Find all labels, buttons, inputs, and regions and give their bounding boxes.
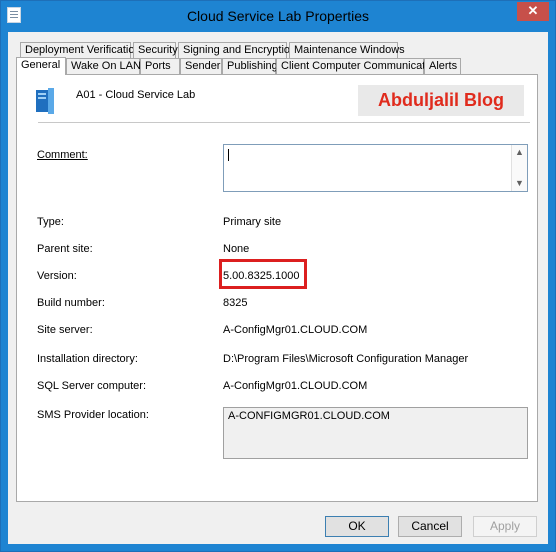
sql-server-label: SQL Server computer:: [37, 380, 147, 392]
dialog-body: Deployment Verification Security Signing…: [8, 32, 548, 544]
tab-sender[interactable]: Sender: [180, 58, 222, 74]
site-server-value: A-ConfigMgr01.CLOUD.COM: [223, 324, 368, 336]
site-server-label: Site server:: [37, 324, 93, 336]
site-server-icon: [36, 88, 54, 114]
tab-security[interactable]: Security: [133, 42, 178, 58]
version-label: Version:: [37, 270, 77, 282]
properties-window: Cloud Service Lab Properties ✕ Deploymen…: [0, 0, 556, 552]
type-value: Primary site: [223, 216, 282, 228]
tab-wake-on-lan[interactable]: Wake On LAN: [66, 58, 141, 74]
tab-ports[interactable]: Ports: [140, 58, 180, 74]
build-number-value: 8325: [223, 297, 248, 309]
version-highlight-box: [219, 259, 307, 289]
tab-deployment-verification[interactable]: Deployment Verification: [20, 42, 141, 58]
tab-client-computer-communication[interactable]: Client Computer Communication: [276, 58, 440, 74]
apply-button[interactable]: Apply: [473, 516, 537, 537]
tab-signing-and-encryption[interactable]: Signing and Encryption: [178, 42, 296, 58]
ok-button[interactable]: OK: [325, 516, 389, 537]
sms-provider-list[interactable]: A-CONFIGMGR01.CLOUD.COM: [223, 407, 528, 459]
tab-alerts[interactable]: Alerts: [424, 58, 461, 74]
sms-provider-value: A-CONFIGMGR01.CLOUD.COM: [228, 410, 390, 422]
type-label: Type:: [37, 216, 64, 228]
tab-general[interactable]: General: [16, 57, 66, 75]
comment-input[interactable]: ▲ ▼: [223, 144, 528, 192]
parent-site-label: Parent site:: [37, 243, 93, 255]
site-name: A01 - Cloud Service Lab: [76, 89, 196, 101]
sql-server-value: A-ConfigMgr01.CLOUD.COM: [223, 380, 368, 392]
comment-label: Comment:: [37, 149, 88, 161]
comment-scrollbar[interactable]: ▲ ▼: [511, 145, 527, 191]
window-title: Cloud Service Lab Properties: [186, 8, 370, 24]
installation-directory-label: Installation directory:: [37, 353, 138, 365]
parent-site-value: None: [223, 243, 250, 255]
sms-provider-label: SMS Provider location:: [37, 409, 149, 421]
tab-maintenance-windows[interactable]: Maintenance Windows: [289, 42, 405, 58]
scroll-down-icon[interactable]: ▼: [512, 176, 527, 191]
installation-directory-value: D:\Program Files\Microsoft Configuration…: [223, 353, 469, 365]
header-separator: [38, 122, 530, 123]
build-number-label: Build number:: [37, 297, 105, 309]
close-button[interactable]: ✕: [517, 2, 549, 21]
watermark-text: Abduljalil Blog: [358, 85, 524, 116]
cancel-button[interactable]: Cancel: [398, 516, 462, 537]
text-caret: [228, 149, 229, 161]
scroll-up-icon[interactable]: ▲: [512, 145, 527, 160]
tab-publishing[interactable]: Publishing: [222, 58, 278, 74]
title-bar[interactable]: Cloud Service Lab Properties ✕: [1, 1, 555, 31]
